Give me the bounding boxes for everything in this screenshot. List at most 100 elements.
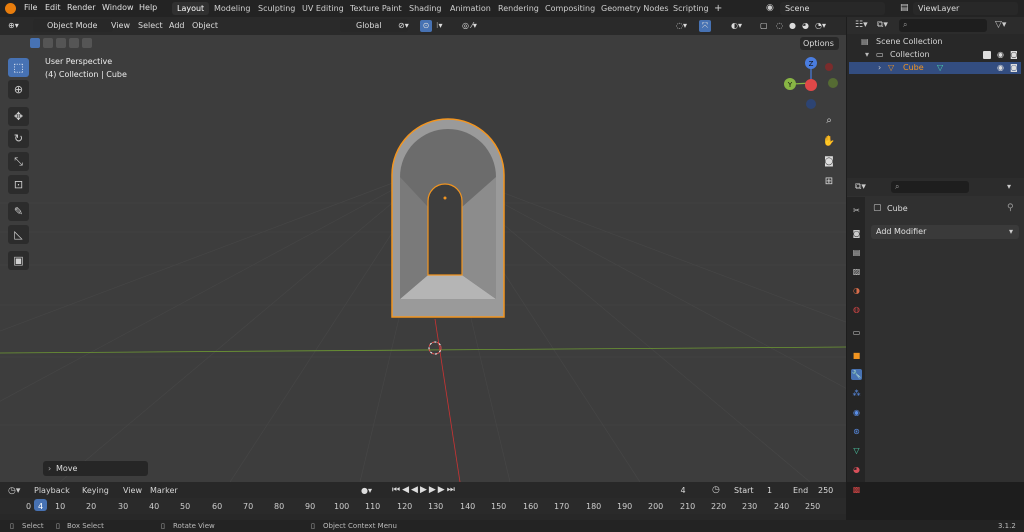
particles-tab-icon[interactable]: ⁂: [851, 388, 862, 399]
viewlayer-icon[interactable]: ▤: [900, 3, 909, 13]
menu-select[interactable]: Select: [138, 20, 163, 32]
select-subtract-icon[interactable]: [56, 38, 66, 48]
cube-object[interactable]: [391, 118, 505, 318]
clock-icon[interactable]: ◷: [712, 485, 720, 495]
outliner-row-scene-collection[interactable]: ▤ Scene Collection: [849, 36, 1021, 48]
chevron-right-icon[interactable]: ›: [878, 62, 881, 74]
tab-rendering[interactable]: Rendering: [493, 2, 544, 15]
blender-logo-icon[interactable]: [5, 3, 16, 14]
move-tool-icon[interactable]: ✥: [8, 107, 29, 126]
eye-icon[interactable]: ◉: [997, 49, 1004, 61]
menu-window[interactable]: Window: [102, 3, 134, 12]
view-layer-tab-icon[interactable]: ▨: [851, 266, 862, 277]
outliner-row-collection[interactable]: ▾ ▭ Collection ◉ ◙: [849, 49, 1021, 61]
menu-view[interactable]: View: [111, 20, 130, 32]
select-extend-icon[interactable]: [43, 38, 53, 48]
menu-help[interactable]: Help: [139, 3, 157, 12]
options-button[interactable]: Options: [800, 37, 839, 50]
record-icon[interactable]: ●▾: [361, 486, 372, 495]
select-box-tool-icon[interactable]: ⬚: [8, 58, 29, 77]
add-modifier-button[interactable]: Add Modifier ▾: [871, 225, 1019, 239]
render-tab-icon[interactable]: ◙: [851, 228, 862, 239]
eye-icon[interactable]: ◉: [997, 62, 1004, 74]
playback-controls[interactable]: ⏮◀◀▶▶▶⏭: [392, 485, 457, 495]
physics-tab-icon[interactable]: ◉: [851, 407, 862, 418]
timeline-menu-view[interactable]: View: [123, 486, 142, 495]
properties-search-input[interactable]: ⌕: [891, 181, 969, 193]
menu-file[interactable]: File: [24, 3, 37, 12]
end-frame-field[interactable]: End 250: [786, 484, 841, 497]
scale-tool-icon[interactable]: ⤡: [8, 152, 29, 171]
scene-tab-icon[interactable]: ◑: [851, 285, 862, 296]
select-invert-icon[interactable]: [69, 38, 79, 48]
chevron-down-icon[interactable]: ▾: [1007, 182, 1011, 191]
select-new-icon[interactable]: [30, 38, 40, 48]
perspective-grid-icon[interactable]: ⊞: [820, 173, 838, 191]
shading-solid-icon[interactable]: ●: [789, 20, 796, 32]
collection-tab-icon[interactable]: ▭: [851, 327, 862, 338]
select-intersect-icon[interactable]: [82, 38, 92, 48]
tab-layout[interactable]: Layout: [172, 2, 210, 15]
measure-tool-icon[interactable]: ◺: [8, 225, 29, 244]
snap-target-icon[interactable]: ⁝▾: [436, 20, 443, 32]
mode-select[interactable]: Object Mode: [33, 19, 113, 32]
data-tab-icon[interactable]: ▽: [851, 445, 862, 456]
chevron-down-icon[interactable]: ▾: [865, 49, 869, 61]
pin-icon[interactable]: ⚲: [1007, 203, 1014, 213]
tab-animation[interactable]: Animation: [445, 2, 496, 15]
menu-object[interactable]: Object: [192, 20, 218, 32]
material-tab-icon[interactable]: ◕: [851, 464, 862, 475]
timeline-menu-keying[interactable]: Keying: [82, 486, 109, 495]
tab-geometry-nodes[interactable]: Geometry Nodes: [596, 2, 673, 15]
shading-rendered-icon[interactable]: ◔▾: [815, 20, 826, 32]
pan-hand-icon[interactable]: ✋: [820, 133, 838, 151]
last-operator-panel[interactable]: › Move: [43, 461, 148, 476]
zoom-icon[interactable]: ⌕: [820, 112, 838, 130]
rotate-tool-icon[interactable]: ↻: [8, 129, 29, 148]
tab-compositing[interactable]: Compositing: [540, 2, 600, 15]
timeline-menu-marker[interactable]: Marker: [150, 486, 178, 495]
overlay-toggle-icon[interactable]: ◐▾: [731, 20, 742, 32]
editor-type-icon[interactable]: ⊕▾: [8, 20, 19, 32]
scene-icon[interactable]: ◉: [766, 3, 774, 13]
tab-uv-editing[interactable]: UV Editing: [297, 2, 349, 15]
constraints-tab-icon[interactable]: ⊛: [851, 426, 862, 437]
visibility-icon[interactable]: ◌▾: [676, 20, 687, 32]
current-frame-field[interactable]: 4: [658, 484, 708, 497]
outliner-row-cube[interactable]: › ▽ Cube ▽ ◉ ◙: [849, 62, 1021, 74]
annotate-tool-icon[interactable]: ✎: [8, 202, 29, 221]
tab-texture-paint[interactable]: Texture Paint: [345, 2, 407, 15]
modifier-wrench-icon[interactable]: 🔧: [851, 369, 862, 380]
viewlayer-field[interactable]: ViewLayer: [913, 2, 1018, 15]
outliner-editor-icon[interactable]: ☷▾: [855, 20, 868, 30]
timeline-editor-icon[interactable]: ◷▾: [8, 486, 20, 496]
menu-add[interactable]: Add: [169, 20, 185, 32]
timeline-menu-playback[interactable]: Playback: [34, 486, 70, 495]
3d-viewport[interactable]: Z Y User Perspective (4) Collection | Cu…: [0, 17, 846, 482]
properties-editor-icon[interactable]: ⧉▾: [855, 182, 866, 192]
render-camera-icon[interactable]: ◙: [1010, 62, 1018, 74]
output-tab-icon[interactable]: ▤: [851, 247, 862, 258]
texture-tab-icon[interactable]: ▩: [851, 484, 862, 495]
filter-icon[interactable]: ▽▾: [995, 20, 1006, 30]
tab-modeling[interactable]: Modeling: [209, 2, 255, 15]
outliner-search-input[interactable]: ⌕: [899, 19, 987, 32]
display-mode-icon[interactable]: ⧉▾: [877, 20, 888, 30]
snap-icon[interactable]: ⊙: [420, 20, 432, 32]
shading-material-icon[interactable]: ◕: [802, 20, 809, 32]
pivot-icon[interactable]: ⊘▾: [398, 20, 409, 32]
tool-tab-icon[interactable]: ✂: [851, 205, 862, 216]
tab-scripting[interactable]: Scripting: [668, 2, 714, 15]
exclude-checkbox[interactable]: [983, 51, 991, 59]
cursor-tool-icon[interactable]: ⊕: [8, 80, 29, 99]
camera-icon[interactable]: ◙: [820, 153, 838, 171]
mesh-data-icon[interactable]: ▽: [937, 62, 943, 74]
world-tab-icon[interactable]: ◍: [851, 304, 862, 315]
tab-shading[interactable]: Shading: [404, 2, 447, 15]
proportional-edit-icon[interactable]: ◎ ⁄▾: [462, 20, 477, 32]
add-cube-tool-icon[interactable]: ▣: [8, 251, 29, 270]
xray-icon[interactable]: ▢: [760, 20, 768, 32]
render-camera-icon[interactable]: ◙: [1010, 49, 1018, 61]
scene-field[interactable]: Scene: [780, 2, 885, 15]
transform-tool-icon[interactable]: ⊡: [8, 175, 29, 194]
